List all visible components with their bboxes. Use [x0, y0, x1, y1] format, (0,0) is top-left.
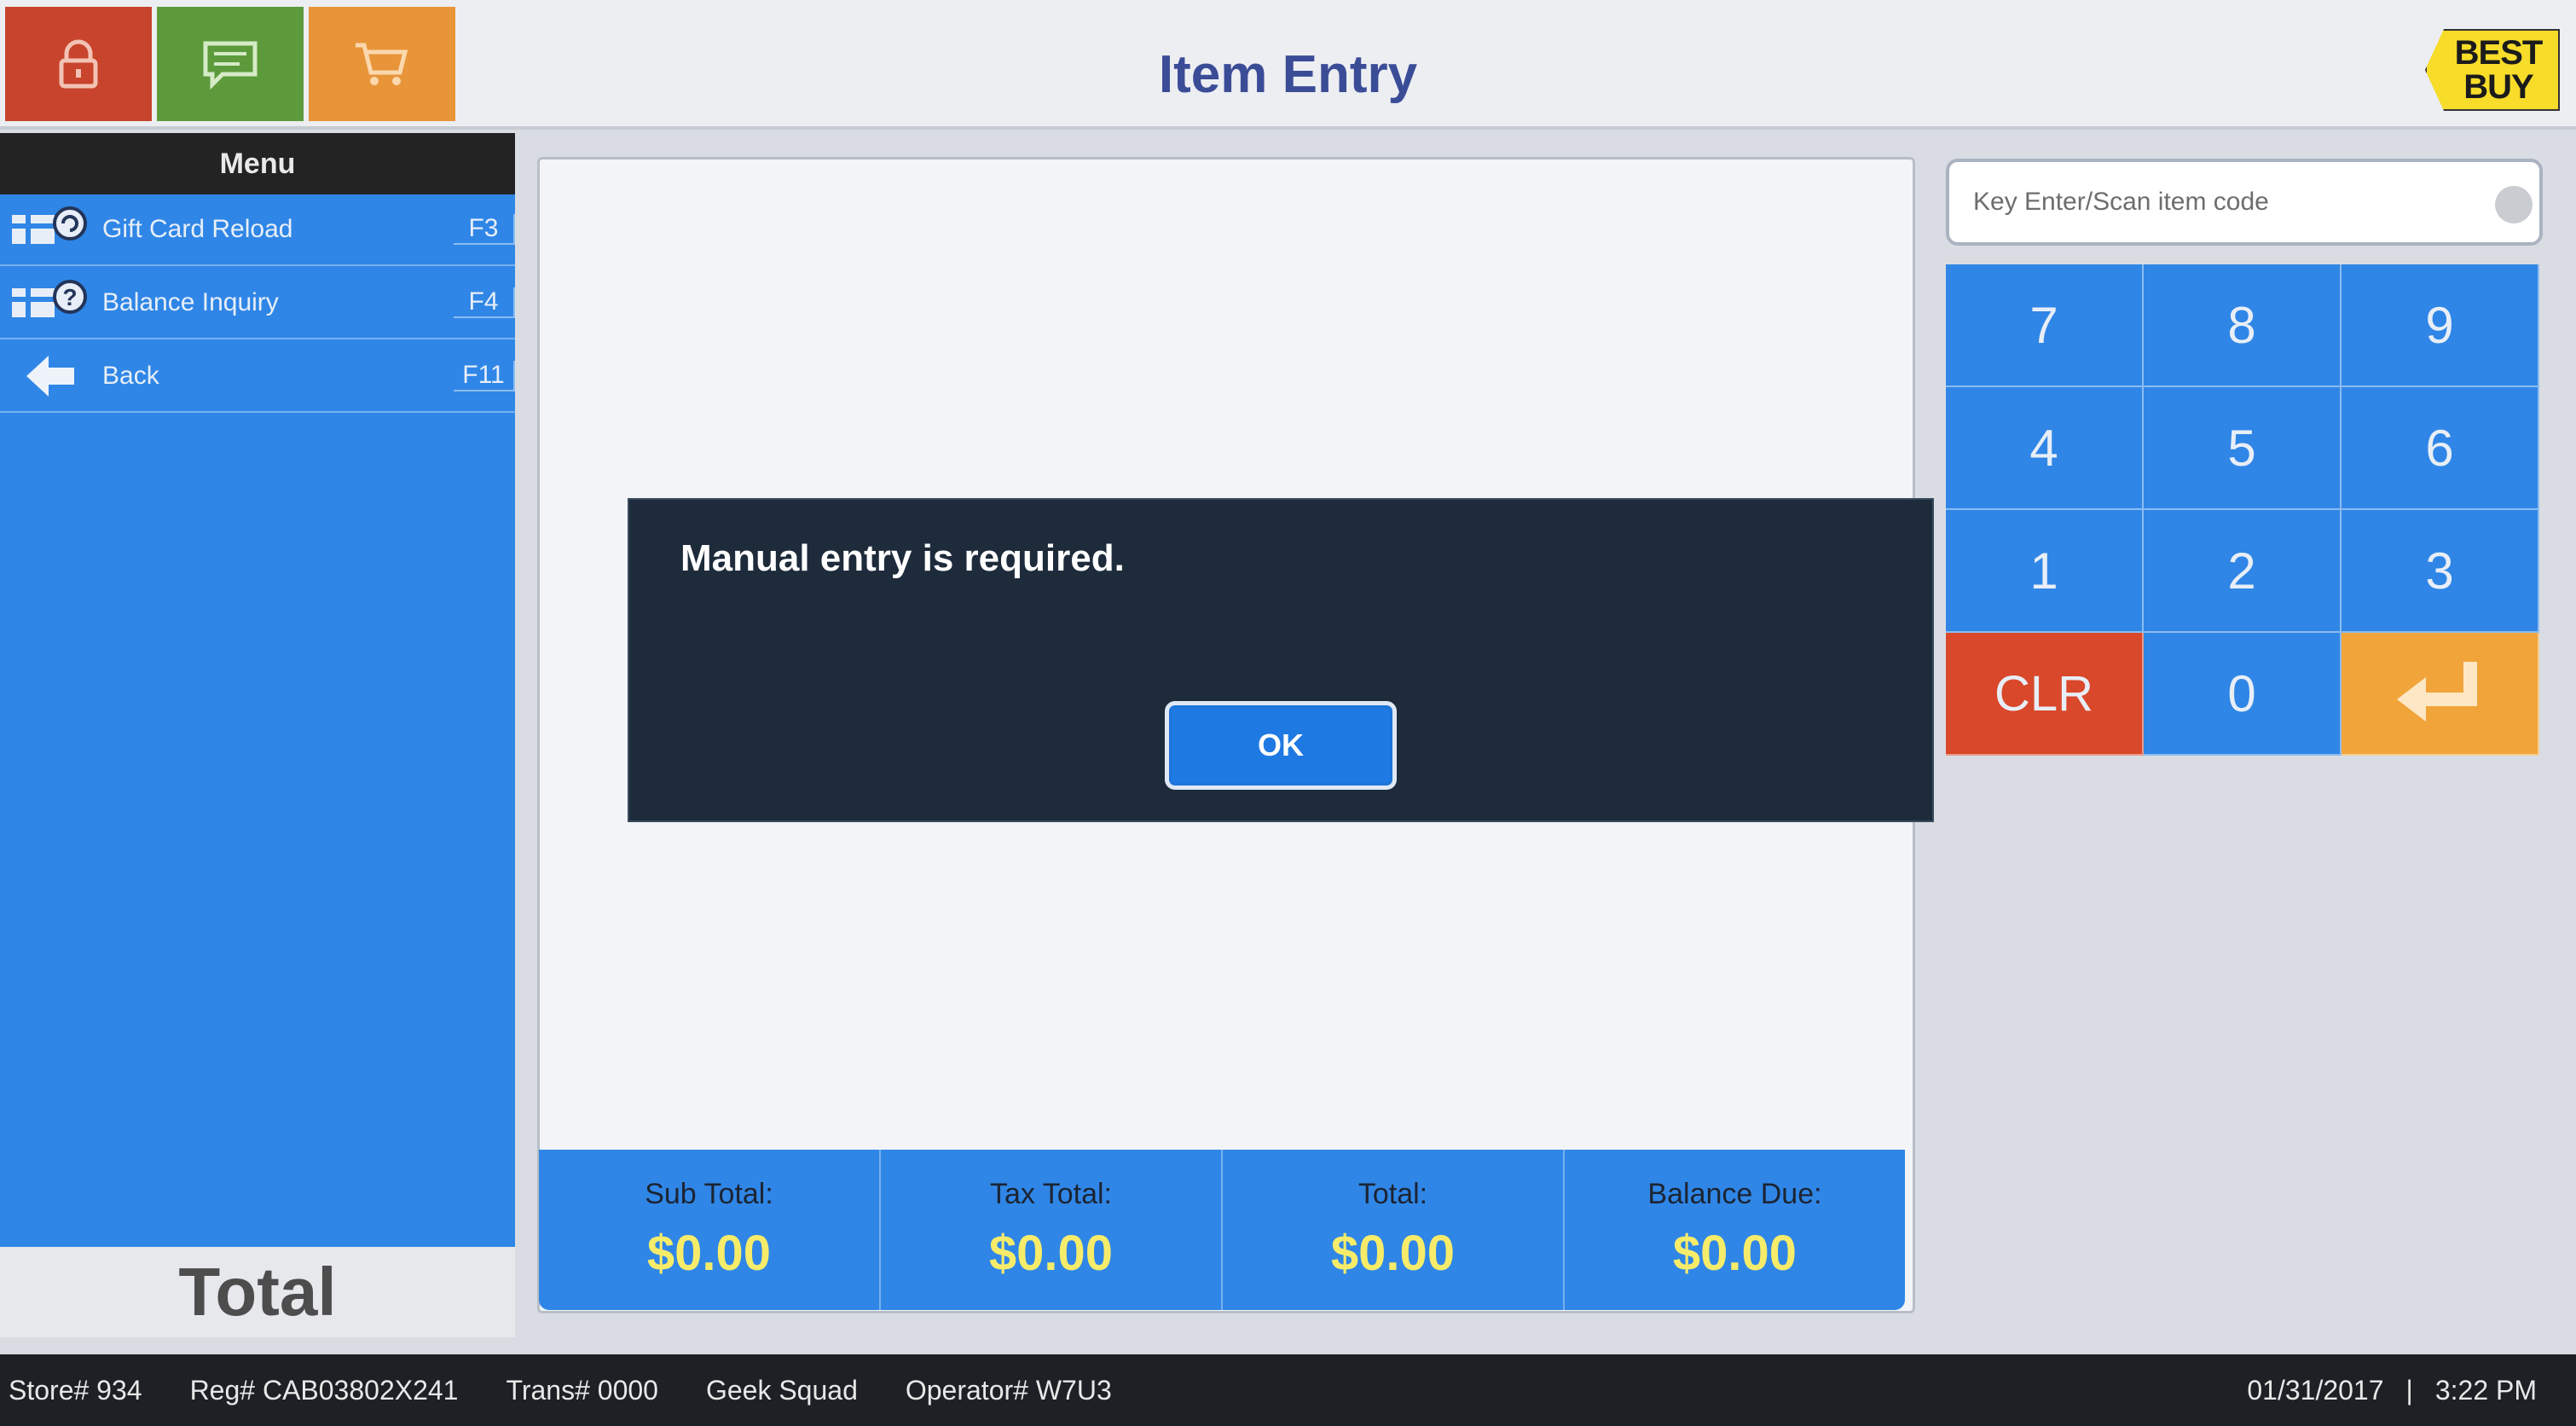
total-cell: Total: $0.00 — [1223, 1150, 1565, 1310]
balance-due-label: Balance Due: — [1647, 1178, 1822, 1210]
key-9[interactable]: 9 — [2342, 264, 2539, 387]
subtotal-label: Sub Total: — [645, 1178, 773, 1210]
best-buy-logo: BEST BUY — [2420, 24, 2565, 118]
menu-item-balance-inquiry[interactable]: ? Balance Inquiry F4 — [0, 268, 515, 339]
total-amount-value: $0.00 — [1330, 1226, 1456, 1281]
total-label: Total — [0, 1247, 515, 1337]
status-separator: | — [2405, 1374, 2413, 1406]
menu-item-label: Back — [102, 362, 159, 390]
tax-total-value: $0.00 — [988, 1226, 1114, 1281]
menu-item-gift-card-reload[interactable]: Gift Card Reload F3 — [0, 194, 515, 266]
menu-item-label: Balance Inquiry — [102, 288, 279, 316]
balance-due-value: $0.00 — [1672, 1226, 1797, 1281]
menu-title: Menu — [0, 133, 515, 194]
function-key-label: F11 — [454, 361, 515, 391]
function-key-label: F3 — [454, 214, 515, 245]
tax-total-label: Tax Total: — [989, 1178, 1112, 1210]
ok-button[interactable]: OK — [1165, 701, 1397, 790]
key-5[interactable]: 5 — [2144, 387, 2342, 510]
status-time: 3:22 PM — [2434, 1374, 2537, 1406]
clear-key[interactable]: CLR — [1946, 633, 2144, 756]
enter-key[interactable] — [2342, 633, 2539, 756]
totals-bar: Sub Total: $0.00 Tax Total: $0.00 Total:… — [539, 1150, 1905, 1310]
total-amount-label: Total: — [1357, 1178, 1428, 1210]
operator-number: Operator# W7U3 — [905, 1374, 1112, 1406]
subtotal-value: $0.00 — [646, 1226, 772, 1281]
menu-item-back[interactable]: Back F11 — [0, 341, 515, 413]
header-bar: Item Entry BEST BUY — [0, 0, 2576, 130]
back-arrow-icon — [0, 340, 102, 412]
enter-icon — [2397, 662, 2477, 722]
balance-inquiry-icon: ? — [0, 267, 102, 339]
page-title: Item Entry — [1158, 45, 1418, 104]
key-4[interactable]: 4 — [1946, 387, 2144, 510]
key-7[interactable]: 7 — [1946, 264, 2144, 387]
clear-input-icon[interactable] — [2495, 186, 2533, 223]
key-3[interactable]: 3 — [2342, 510, 2539, 633]
status-date: 01/31/2017 — [2247, 1374, 2384, 1406]
function-key-label: F4 — [454, 287, 515, 318]
tax-total-cell: Tax Total: $0.00 — [881, 1150, 1223, 1310]
status-bar: Store# 934 Reg# CAB03802X241 Trans# 0000… — [0, 1354, 2576, 1426]
svg-text:?: ? — [62, 284, 77, 310]
key-8[interactable]: 8 — [2144, 264, 2342, 387]
sidebar-menu: Menu Gift Card Reload F3 ? Balance Inqui — [0, 133, 515, 1247]
store-number: Store# 934 — [9, 1374, 142, 1406]
dialog-message: Manual entry is required. — [680, 537, 1125, 579]
item-code-input[interactable] — [1971, 162, 2483, 242]
key-6[interactable]: 6 — [2342, 387, 2539, 510]
department-name: Geek Squad — [705, 1374, 858, 1406]
key-2[interactable]: 2 — [2144, 510, 2342, 633]
transaction-number: Trans# 0000 — [506, 1374, 658, 1406]
key-0[interactable]: 0 — [2144, 633, 2342, 756]
key-1[interactable]: 1 — [1946, 510, 2144, 633]
subtotal-cell: Sub Total: $0.00 — [539, 1150, 881, 1310]
numeric-keypad: 7 8 9 4 5 6 1 2 3 CLR 0 — [1946, 264, 2539, 756]
menu-item-label: Gift Card Reload — [102, 215, 293, 243]
item-code-search-box — [1946, 159, 2543, 246]
alert-dialog: Manual entry is required. OK — [628, 498, 1934, 822]
register-number: Reg# CAB03802X241 — [189, 1374, 459, 1406]
gift-card-reload-icon — [0, 194, 102, 265]
balance-due-cell: Balance Due: $0.00 — [1565, 1150, 1905, 1310]
